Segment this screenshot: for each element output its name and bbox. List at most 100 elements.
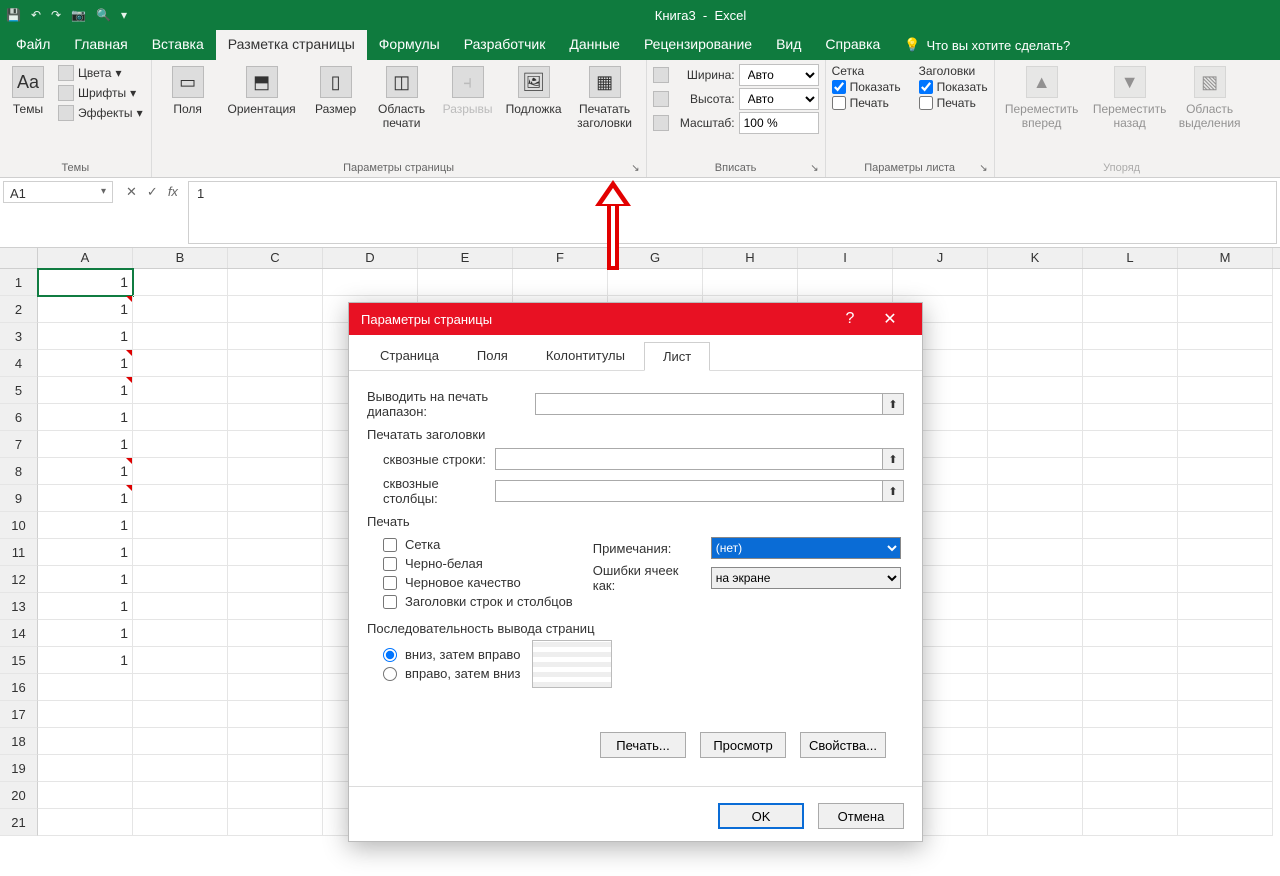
print-range-input[interactable]	[535, 393, 882, 415]
cell[interactable]	[1178, 809, 1273, 836]
row-header[interactable]: 10	[0, 512, 38, 539]
column-header[interactable]: C	[228, 248, 323, 268]
cell[interactable]	[133, 512, 228, 539]
colors-button[interactable]: Цвета ▾	[56, 64, 145, 82]
cell[interactable]	[133, 458, 228, 485]
cell[interactable]: 1	[38, 269, 133, 296]
cell[interactable]: 1	[38, 485, 133, 512]
page-setup-launcher[interactable]: ↘	[631, 163, 639, 174]
cell[interactable]	[988, 620, 1083, 647]
cell[interactable]	[1083, 512, 1178, 539]
cell[interactable]	[1083, 323, 1178, 350]
cell[interactable]	[133, 620, 228, 647]
row-header[interactable]: 3	[0, 323, 38, 350]
qat-dropdown-icon[interactable]: ▾	[121, 8, 127, 22]
dialog-tab-page[interactable]: Страница	[361, 341, 458, 370]
cell[interactable]	[228, 620, 323, 647]
cell[interactable]	[1083, 593, 1178, 620]
head-print-check[interactable]	[919, 96, 933, 110]
range-picker-cols[interactable]: ⬆	[882, 480, 904, 502]
row-header[interactable]: 20	[0, 782, 38, 809]
head-show-check[interactable]	[919, 80, 933, 94]
preview-button[interactable]: Просмотр	[700, 732, 786, 758]
column-header[interactable]: K	[988, 248, 1083, 268]
cell[interactable]	[1083, 485, 1178, 512]
print-area-button[interactable]: ◫Область печати	[372, 64, 432, 132]
tab-insert[interactable]: Вставка	[140, 30, 216, 60]
cell[interactable]	[988, 296, 1083, 323]
cell[interactable]	[133, 377, 228, 404]
cell[interactable]	[1178, 620, 1273, 647]
page-preview-icon[interactable]: 🔍	[96, 8, 111, 22]
cell[interactable]	[988, 755, 1083, 782]
cell[interactable]	[1178, 674, 1273, 701]
cell[interactable]	[988, 539, 1083, 566]
cell[interactable]: 1	[38, 566, 133, 593]
cell[interactable]	[133, 566, 228, 593]
tab-review[interactable]: Рецензирование	[632, 30, 764, 60]
cell[interactable]: 1	[38, 593, 133, 620]
cell[interactable]	[228, 431, 323, 458]
cell[interactable]	[133, 593, 228, 620]
row-header[interactable]: 9	[0, 485, 38, 512]
row-header[interactable]: 4	[0, 350, 38, 377]
grid-print-check[interactable]	[832, 96, 846, 110]
cell[interactable]	[133, 296, 228, 323]
cell[interactable]	[133, 323, 228, 350]
cell[interactable]	[133, 701, 228, 728]
cell[interactable]	[38, 701, 133, 728]
height-select[interactable]: Авто	[739, 88, 819, 110]
rows-repeat-input[interactable]	[495, 448, 882, 470]
column-header[interactable]: I	[798, 248, 893, 268]
cell[interactable]: 1	[38, 323, 133, 350]
selection-pane-button[interactable]: ▧Область выделения	[1177, 64, 1243, 132]
column-header[interactable]: D	[323, 248, 418, 268]
cell[interactable]	[988, 323, 1083, 350]
cell[interactable]	[1178, 539, 1273, 566]
margins-button[interactable]: ▭Поля	[158, 64, 218, 118]
cell[interactable]	[988, 431, 1083, 458]
fx-icon[interactable]: fx	[168, 184, 178, 199]
cell[interactable]	[133, 809, 228, 836]
radio-over-then-down[interactable]	[383, 667, 397, 681]
cancel-icon[interactable]: ✕	[126, 184, 137, 200]
cell[interactable]	[228, 512, 323, 539]
cell[interactable]	[988, 701, 1083, 728]
cell[interactable]	[133, 431, 228, 458]
cell[interactable]	[1083, 350, 1178, 377]
cell[interactable]	[228, 458, 323, 485]
cell[interactable]	[988, 647, 1083, 674]
cell[interactable]	[228, 674, 323, 701]
cell[interactable]	[1178, 701, 1273, 728]
cell[interactable]	[1178, 647, 1273, 674]
cell[interactable]	[1178, 485, 1273, 512]
cell[interactable]	[1178, 512, 1273, 539]
cell[interactable]	[1178, 269, 1273, 296]
cell[interactable]	[988, 377, 1083, 404]
column-header[interactable]: H	[703, 248, 798, 268]
cell[interactable]	[1178, 431, 1273, 458]
cell[interactable]: 1	[38, 377, 133, 404]
name-box[interactable]: A1▾	[3, 181, 113, 203]
tell-me[interactable]: 💡 Что вы хотите сделать?	[904, 30, 1070, 60]
cell[interactable]	[1083, 620, 1178, 647]
row-header[interactable]: 11	[0, 539, 38, 566]
tab-developer[interactable]: Разработчик	[452, 30, 558, 60]
cell[interactable]	[1178, 728, 1273, 755]
cell[interactable]	[133, 728, 228, 755]
cell[interactable]	[703, 269, 798, 296]
dialog-tab-sheet[interactable]: Лист	[644, 342, 710, 371]
check-draft[interactable]	[383, 576, 397, 590]
cell[interactable]	[133, 755, 228, 782]
cell[interactable]	[988, 782, 1083, 809]
cell[interactable]	[988, 458, 1083, 485]
cell[interactable]	[228, 485, 323, 512]
cell[interactable]	[38, 782, 133, 809]
range-picker-rows[interactable]: ⬆	[882, 448, 904, 470]
select-all-corner[interactable]	[0, 248, 38, 268]
cell[interactable]: 1	[38, 431, 133, 458]
cell[interactable]	[1178, 566, 1273, 593]
tab-help[interactable]: Справка	[813, 30, 892, 60]
column-header[interactable]: F	[513, 248, 608, 268]
cell[interactable]	[988, 728, 1083, 755]
